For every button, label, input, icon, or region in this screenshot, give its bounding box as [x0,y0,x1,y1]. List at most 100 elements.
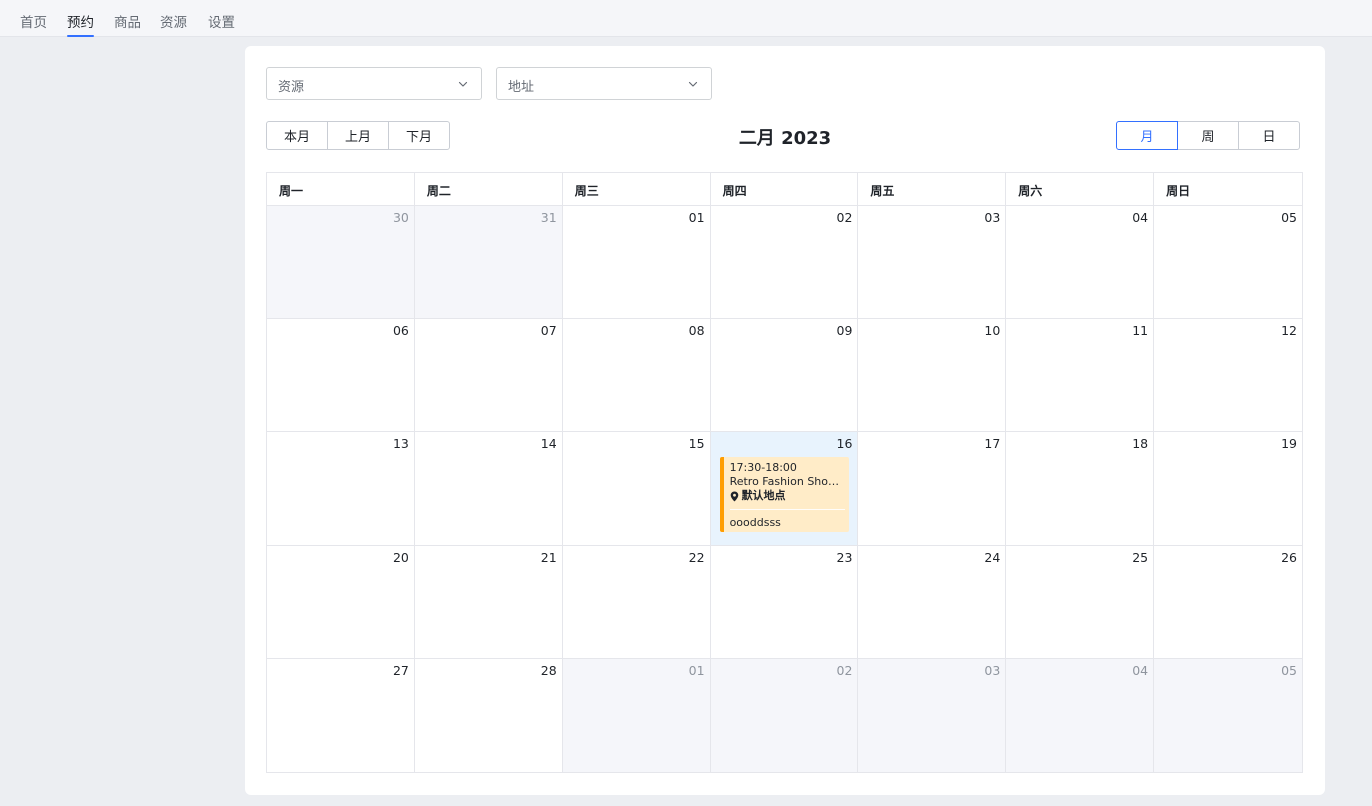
view-month-button[interactable]: 月 [1116,121,1178,150]
day-number: 09 [836,323,853,339]
day-cell[interactable]: 07 [414,319,563,433]
day-number: 07 [540,323,557,339]
chevron-down-icon [688,81,698,87]
day-cell[interactable]: 18 [1006,432,1155,546]
day-cell[interactable]: 06 [267,319,415,433]
resource-select-placeholder: 资源 [278,80,305,95]
day-number: 31 [540,210,557,225]
day-number: 22 [688,549,705,565]
event-title: Retro Fashion Shoulder Bag [729,475,850,489]
day-cell[interactable]: 27 [267,658,415,772]
day-cell[interactable]: 21 [414,545,563,659]
tab-resources[interactable]: 资源 [160,11,187,31]
day-number: 04 [1132,662,1149,678]
day-number: 27 [392,662,409,678]
calendar-panel: 资源 地址 本月 上月 下月 二月 2023 月 周 日 周一 周二 周三 周四… [245,46,1325,795]
day-cell-today[interactable]: 16 17:30-18:00Retro Fashion Shoulder Bag默… [710,432,859,546]
address-select[interactable]: 地址 [496,67,712,100]
day-cell[interactable]: 04 [1006,206,1155,320]
day-cell[interactable]: 24 [858,545,1007,659]
day-number: 04 [1132,210,1149,225]
day-cell[interactable]: 25 [1006,545,1155,659]
event-divider [729,509,846,511]
day-number: 14 [540,436,557,452]
event-time: 17:30-18:00 [729,461,797,475]
day-number: 02 [836,210,853,225]
event-location-label: 默认地点 [741,489,786,503]
day-number: 26 [1281,549,1297,565]
day-number: 02 [836,662,853,678]
day-number: 17 [984,436,1001,452]
day-cell[interactable]: 04 [1006,658,1155,772]
day-cell[interactable]: 03 [858,206,1007,320]
day-number: 13 [392,436,409,452]
day-cell[interactable]: 12 [1154,319,1302,433]
month-calendar: 周一 周二 周三 周四 周五 周六 周日 30 31 01 02 03 04 05 06 07 0… [266,172,1303,773]
day-number: 20 [392,549,409,565]
day-cell[interactable]: 15 [562,432,711,546]
day-cell[interactable]: 02 [710,658,859,772]
address-select-placeholder: 地址 [508,80,535,95]
day-number: 03 [984,662,1001,678]
day-number: 19 [1281,436,1297,452]
day-number: 24 [984,549,1001,565]
day-number: 18 [1132,436,1149,452]
weekday-label: 周五 [858,173,1007,205]
weekday-label: 周四 [711,173,859,205]
day-cell[interactable]: 08 [562,319,711,433]
day-number: 08 [688,323,705,339]
resource-select[interactable]: 资源 [266,67,482,100]
day-number: 12 [1281,323,1297,339]
day-cell[interactable]: 22 [562,545,711,659]
day-cell[interactable]: 28 [414,658,563,772]
day-number: 11 [1132,323,1149,339]
day-number: 23 [836,549,853,565]
weekday-label: 周三 [563,173,711,205]
day-cell[interactable]: 17 [858,432,1007,546]
tab-home[interactable]: 首页 [20,11,47,31]
day-cell[interactable]: 26 [1154,545,1302,659]
day-cell[interactable]: 09 [710,319,859,433]
day-cell[interactable]: 20 [267,545,415,659]
day-cell[interactable]: 03 [858,658,1007,772]
booking-event[interactable]: 17:30-18:00Retro Fashion Shoulder Bag默认地… [719,457,850,533]
day-cell[interactable]: 13 [267,432,415,546]
location-pin-icon [730,491,738,502]
day-number: 01 [688,662,705,678]
tab-products[interactable]: 商品 [114,11,141,31]
tab-booking[interactable]: 预约 [67,11,94,37]
day-number: 01 [688,210,705,225]
day-number: 15 [688,436,705,452]
chevron-down-icon [458,81,468,87]
tab-settings[interactable]: 设置 [208,11,235,31]
view-week-button[interactable]: 周 [1177,121,1239,150]
weekday-label: 周日 [1166,184,1191,198]
weekday-label: 周二 [415,173,563,205]
calendar-grid: 30 31 01 02 03 04 05 06 07 08 09 10 11 12 13 14 15 16 17:3… [267,206,1302,772]
day-cell[interactable]: 11 [1006,319,1155,433]
weekday-header: 周一 周二 周三 周四 周五 周六 周日 [267,173,1302,206]
day-number: 03 [984,210,1001,225]
day-cell[interactable]: 30 [267,206,415,320]
day-number: 25 [1132,549,1149,565]
day-cell[interactable]: 10 [858,319,1007,433]
day-cell[interactable]: 23 [710,545,859,659]
view-day-button[interactable]: 日 [1238,121,1300,150]
weekday-label: 周六 [1006,173,1155,205]
day-number: 05 [1281,210,1297,225]
event-location: 默认地点 [730,489,850,503]
day-cell[interactable]: 31 [414,206,563,320]
day-cell[interactable]: 01 [562,206,711,320]
day-cell[interactable]: 05 [1154,206,1302,320]
day-number: 10 [984,323,1001,339]
day-number: 30 [392,210,409,225]
day-cell[interactable]: 19 [1154,432,1302,546]
day-cell[interactable]: 14 [414,432,563,546]
day-cell[interactable]: 05 [1154,658,1302,772]
day-cell[interactable]: 02 [710,206,859,320]
view-switcher: 月 周 日 [1116,121,1300,150]
day-number: 06 [392,323,409,339]
day-cell[interactable]: 01 [562,658,711,772]
day-number: 16 [836,436,853,452]
top-navigation: 首页 预约 商品 资源 设置 [0,0,1372,37]
